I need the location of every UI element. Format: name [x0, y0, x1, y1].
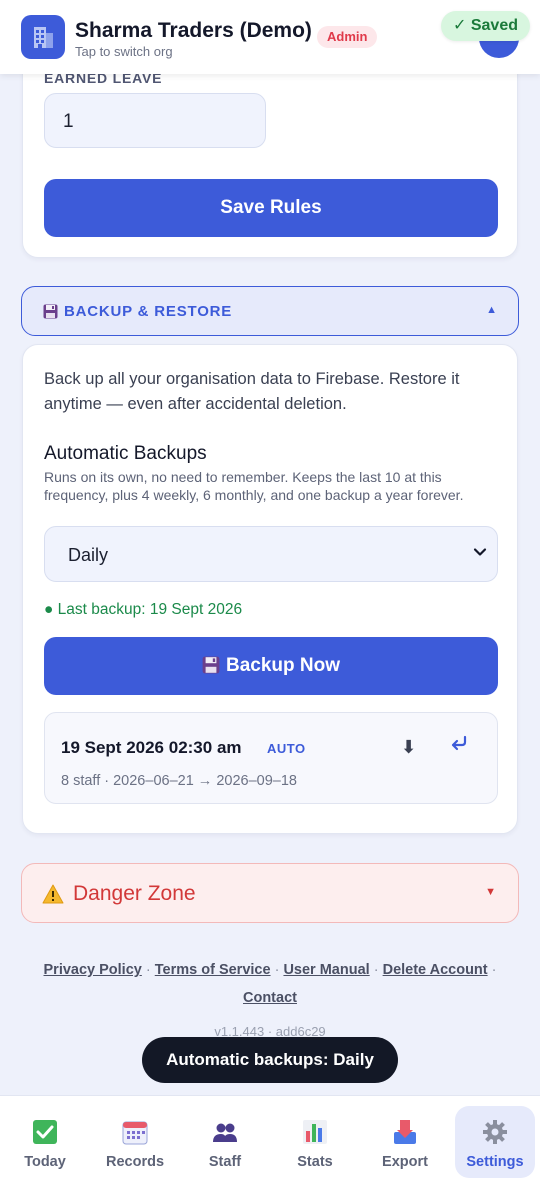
automatic-backups-heading: Automatic Backups	[44, 443, 207, 464]
user-manual-link[interactable]: User Manual	[283, 962, 369, 978]
nav-settings[interactable]: Settings	[455, 1106, 535, 1178]
nav-export-label: Export	[382, 1154, 428, 1170]
export-tray-icon	[392, 1119, 418, 1145]
nav-records[interactable]: Records	[95, 1106, 175, 1178]
link-separator: ·	[373, 962, 379, 978]
backup-entry-meta: 8 staff · 2026–06–21 → 2026–09–18	[61, 773, 297, 789]
chevron-down-icon	[473, 545, 487, 564]
contact-link[interactable]: Contact	[243, 990, 297, 1006]
save-rules-button[interactable]: Save Rules	[44, 179, 498, 237]
backup-frequency-value: Daily	[68, 545, 109, 565]
earned-leave-input[interactable]: 1	[44, 93, 266, 148]
backup-entry-date: 19 Sept 2026 02:30 am	[61, 738, 242, 757]
floppy-disk-icon	[43, 304, 58, 324]
link-separator: ·	[491, 962, 497, 978]
nav-stats[interactable]: Stats	[275, 1106, 355, 1178]
bottom-navigation: Today Records Staff Stats Export Setting…	[0, 1095, 540, 1199]
check-box-icon	[32, 1119, 58, 1145]
footer-links: Privacy Policy · Terms of Service · User…	[30, 956, 510, 1012]
backup-entry: 19 Sept 2026 02:30 am AUTO ⬇ 8 staff · 2…	[44, 712, 498, 804]
backup-now-label: Backup Now	[225, 655, 341, 676]
nav-export[interactable]: Export	[365, 1106, 445, 1178]
org-name[interactable]: Sharma Traders (Demo)	[75, 19, 312, 43]
nav-today[interactable]: Today	[5, 1106, 85, 1178]
nav-records-label: Records	[105, 1154, 165, 1170]
backup-restore-card: Back up all your organisation data to Fi…	[22, 344, 518, 834]
download-icon[interactable]: ⬇	[401, 737, 416, 758]
automatic-backups-description: Runs on its own, no need to remember. Ke…	[44, 469, 464, 503]
last-backup-status: ● Last backup: 19 Sept 2026	[44, 601, 243, 618]
nav-staff[interactable]: Staff	[185, 1106, 265, 1178]
nav-stats-label: Stats	[297, 1154, 333, 1170]
role-badge: Admin	[317, 26, 378, 48]
terms-of-service-link[interactable]: Terms of Service	[155, 962, 271, 978]
link-separator: ·	[145, 962, 151, 978]
backup-section-title: BACKUP & RESTORE	[64, 303, 233, 320]
building-icon[interactable]	[21, 15, 65, 59]
caret-up-icon: ▲	[486, 304, 497, 316]
danger-zone-toggle[interactable]: Danger Zone ▼	[21, 863, 519, 923]
nav-settings-label: Settings	[466, 1154, 524, 1170]
backup-restore-section-toggle[interactable]: BACKUP & RESTORE ▲	[21, 286, 519, 336]
backup-entry-type-badge: AUTO	[267, 741, 306, 756]
danger-zone-title: Danger Zone	[73, 882, 196, 905]
link-separator: ·	[274, 962, 280, 978]
backup-intro-text: Back up all your organisation data to Fi…	[44, 370, 460, 413]
privacy-policy-link[interactable]: Privacy Policy	[44, 962, 142, 978]
toast-message: Automatic backups: Daily	[142, 1037, 398, 1083]
org-switch-hint[interactable]: Tap to switch org	[75, 44, 173, 59]
delete-account-link[interactable]: Delete Account	[383, 962, 488, 978]
warning-icon	[42, 884, 64, 909]
backup-frequency-select[interactable]: Daily	[44, 526, 498, 582]
caret-down-icon: ▼	[485, 886, 496, 898]
floppy-disk-icon	[202, 640, 220, 698]
backup-now-button[interactable]: Backup Now	[44, 637, 498, 695]
bar-chart-icon	[302, 1119, 328, 1145]
calendar-icon	[122, 1119, 148, 1145]
gear-icon	[482, 1119, 508, 1145]
people-icon	[212, 1119, 238, 1145]
nav-today-label: Today	[24, 1154, 66, 1170]
saved-status-pill: ✓ Saved	[441, 11, 530, 41]
nav-staff-label: Staff	[208, 1154, 242, 1170]
restore-icon[interactable]	[449, 733, 469, 759]
